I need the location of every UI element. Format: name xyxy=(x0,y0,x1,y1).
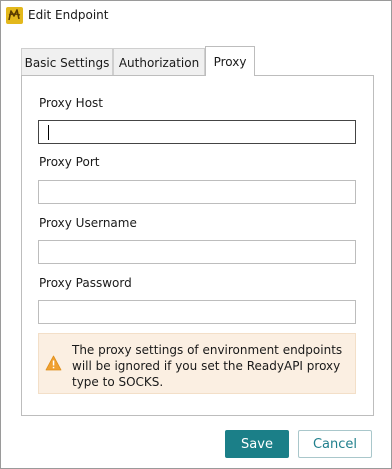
warning-text: The proxy settings of environment endpoi… xyxy=(72,343,343,389)
proxy-username-label: Proxy Username xyxy=(39,216,137,230)
edit-endpoint-dialog: Edit Endpoint Basic Settings Authorizati… xyxy=(0,0,392,469)
text-caret xyxy=(48,125,49,140)
proxy-password-input[interactable] xyxy=(38,300,356,324)
proxy-host-label: Proxy Host xyxy=(39,96,104,110)
window-title: Edit Endpoint xyxy=(28,8,109,22)
cancel-button[interactable]: Cancel xyxy=(298,430,372,458)
tab-proxy[interactable]: Proxy xyxy=(205,46,255,76)
proxy-panel: Proxy Host Proxy Port Proxy Username Pro… xyxy=(21,75,374,416)
proxy-port-label: Proxy Port xyxy=(39,155,100,169)
title-bar: Edit Endpoint xyxy=(1,1,391,31)
readyapi-app-icon xyxy=(6,7,23,24)
tab-basic-settings[interactable]: Basic Settings xyxy=(21,48,113,76)
tab-authorization[interactable]: Authorization xyxy=(113,48,205,76)
proxy-port-input[interactable] xyxy=(38,180,356,204)
save-button[interactable]: Save xyxy=(225,430,289,458)
proxy-password-label: Proxy Password xyxy=(39,276,132,290)
socks-warning-box: The proxy settings of environment endpoi… xyxy=(38,333,356,394)
proxy-username-input[interactable] xyxy=(38,240,356,264)
warning-icon xyxy=(45,355,62,371)
proxy-host-input[interactable] xyxy=(38,120,356,144)
